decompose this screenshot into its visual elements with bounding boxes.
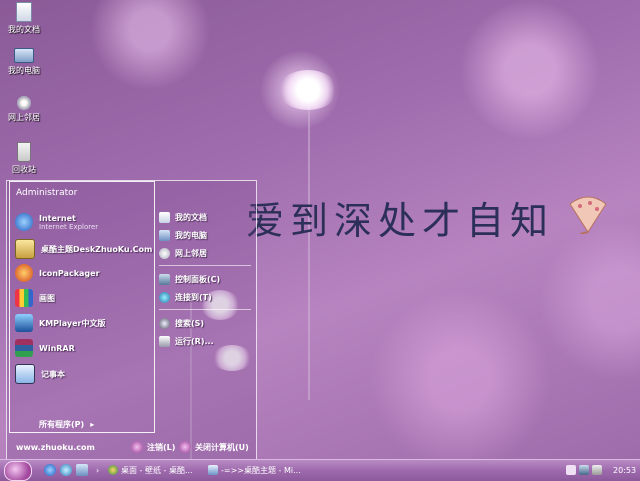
theme-icon xyxy=(15,239,35,259)
all-programs-button[interactable]: 所有程序(P) ▸ xyxy=(39,419,94,430)
start-item-iconpackager[interactable]: IconPackager xyxy=(15,264,100,282)
flower-stem xyxy=(308,100,310,400)
kmplayer-icon xyxy=(15,314,33,332)
taskbar: › 桌面 - 壁纸 - 桌酷... -=>>桌酷主题 - Mi... 20:53 xyxy=(0,459,640,481)
menu-separator xyxy=(159,309,251,310)
start-right-run[interactable]: 运行(R)... xyxy=(159,333,251,349)
menu-separator xyxy=(159,265,251,266)
system-tray: 20:53 xyxy=(566,461,640,479)
quicklaunch-expand-button[interactable]: › xyxy=(92,462,103,478)
start-right-my-documents[interactable]: 我的文档 xyxy=(159,209,251,225)
globe-icon xyxy=(159,291,170,303)
browser-quicklaunch-icon[interactable] xyxy=(60,464,72,476)
ie-quicklaunch-icon[interactable] xyxy=(44,464,56,476)
start-right-label: 连接到(T) xyxy=(175,292,212,302)
start-menu-user-name: Administrator xyxy=(16,188,78,198)
start-button[interactable] xyxy=(4,461,32,481)
all-programs-label: 所有程序(P) xyxy=(39,420,85,429)
taskbar-task-label: -=>>桌酷主题 - Mi... xyxy=(221,465,301,475)
start-right-control-panel[interactable]: 控制面板(C) xyxy=(159,271,251,287)
start-right-label: 我的电脑 xyxy=(175,230,207,240)
start-item-winrar[interactable]: WinRAR xyxy=(15,339,75,357)
start-item-title: Internet xyxy=(39,213,76,223)
start-right-label: 控制面板(C) xyxy=(175,274,221,284)
window-icon xyxy=(208,465,218,475)
logoff-button[interactable]: 注销(L) xyxy=(131,441,175,453)
site-url: www.zhuoku.com xyxy=(16,443,95,452)
wallpaper-flower xyxy=(278,70,338,110)
desktop-icon-network[interactable]: 网上邻居 xyxy=(4,96,44,123)
start-item-internet[interactable]: Internet Internet Explorer xyxy=(15,213,98,231)
internet-explorer-icon xyxy=(15,213,33,231)
computer-icon xyxy=(14,48,34,63)
start-right-search[interactable]: 搜索(S) xyxy=(159,315,251,331)
notepad-icon xyxy=(15,364,35,384)
network-icon xyxy=(159,247,170,259)
start-item-title: WinRAR xyxy=(39,343,75,353)
power-icon xyxy=(179,441,191,453)
desktop-icon-my-computer[interactable]: 我的电脑 xyxy=(4,48,44,76)
start-item-notepad[interactable]: 记事本 xyxy=(15,364,65,384)
run-icon xyxy=(159,335,170,347)
start-item-title: 记事本 xyxy=(41,369,65,379)
taskbar-task[interactable]: -=>>桌酷主题 - Mi... xyxy=(204,462,304,478)
logoff-icon xyxy=(131,441,143,453)
network-icon xyxy=(17,96,31,110)
network-tray-icon[interactable] xyxy=(579,465,589,475)
desktop-icon-my-documents[interactable]: 我的文档 xyxy=(4,2,44,35)
shutdown-button[interactable]: 关闭计算机(U) xyxy=(179,441,249,453)
start-item-kmplayer[interactable]: KMPlayer中文版 xyxy=(15,314,106,332)
start-item-title: IconPackager xyxy=(39,268,100,278)
start-item-title: KMPlayer中文版 xyxy=(39,318,106,328)
computer-icon xyxy=(159,229,170,241)
taskbar-task[interactable]: 桌面 - 壁纸 - 桌酷... xyxy=(104,462,204,478)
desktop-icon-recycle-bin[interactable]: 回收站 xyxy=(4,142,44,175)
start-item-zhuoku-theme[interactable]: 桌酷主题DeskZhuoKu.Com xyxy=(15,239,152,259)
logoff-label: 注销(L) xyxy=(147,442,176,452)
winrar-icon xyxy=(15,339,33,357)
wallpaper-calligraphy: 爱到深处才自知 xyxy=(246,199,555,243)
documents-icon xyxy=(159,211,170,223)
shutdown-label: 关闭计算机(U) xyxy=(195,442,249,452)
tray-arrow-icon[interactable] xyxy=(566,465,576,475)
start-item-title: 画图 xyxy=(39,293,55,303)
volume-tray-icon[interactable] xyxy=(592,465,602,475)
start-item-subtitle: Internet Explorer xyxy=(39,222,99,231)
start-menu: Administrator Internet Internet Explorer… xyxy=(6,180,257,460)
arrow-right-icon: ▸ xyxy=(90,420,95,429)
chevron-right-icon: › xyxy=(96,465,100,475)
desktop-icon-label: 回收站 xyxy=(12,165,36,174)
start-right-my-computer[interactable]: 我的电脑 xyxy=(159,227,251,243)
desktop-icon-label: 我的文档 xyxy=(8,25,40,34)
start-right-label: 运行(R)... xyxy=(175,336,214,346)
desktop-icon-label: 网上邻居 xyxy=(8,113,40,122)
taskbar-task-label: 桌面 - 壁纸 - 桌酷... xyxy=(121,465,193,475)
recycle-bin-icon xyxy=(17,142,31,162)
start-right-connect-to[interactable]: 连接到(T) xyxy=(159,289,251,305)
search-icon xyxy=(159,317,170,329)
start-right-label: 搜索(S) xyxy=(175,318,205,328)
browser-icon xyxy=(108,465,118,475)
start-menu-right-pane: 我的文档 我的电脑 网上邻居 控制面板(C) 连接到(T) 搜索(S) 运行(R… xyxy=(159,209,251,351)
fan-icon xyxy=(569,196,607,234)
start-right-network[interactable]: 网上邻居 xyxy=(159,245,251,261)
control-panel-icon xyxy=(159,273,170,285)
start-menu-footer: www.zhuoku.com 注销(L) 关闭计算机(U) xyxy=(7,437,256,459)
iconpackager-icon xyxy=(15,264,33,282)
desktop-icon-label: 我的电脑 xyxy=(8,66,40,75)
start-item-title: 桌酷主题DeskZhuoKu.Com xyxy=(41,244,153,254)
documents-icon xyxy=(16,2,32,22)
start-item-paint[interactable]: 画图 xyxy=(15,289,55,307)
desktop-quicklaunch-icon[interactable] xyxy=(76,464,88,476)
paint-icon xyxy=(15,289,33,307)
clock[interactable]: 20:53 xyxy=(613,466,636,475)
start-right-label: 我的文档 xyxy=(175,212,207,222)
start-right-label: 网上邻居 xyxy=(175,248,207,258)
